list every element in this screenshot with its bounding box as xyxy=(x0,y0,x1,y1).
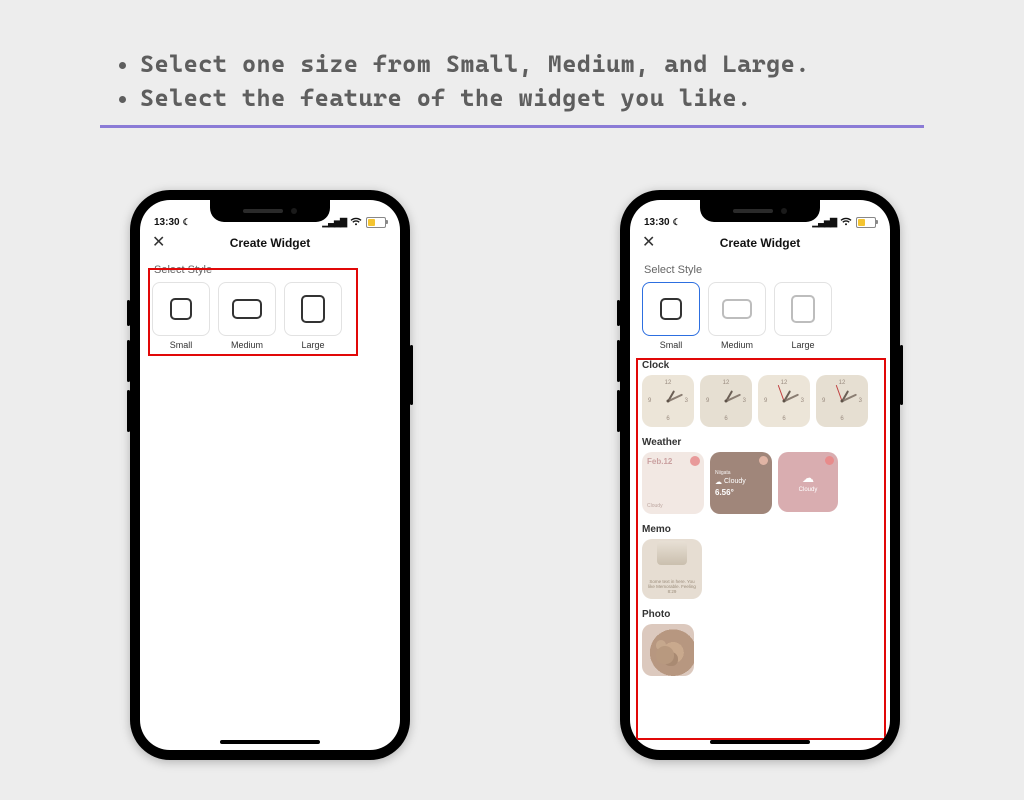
screen-left: 13:30 ☾ ▁▃▅▇ ✕ Create Widget Select Styl… xyxy=(140,200,400,750)
size-label: Small xyxy=(660,340,683,350)
weather-temp: 6.56° xyxy=(715,488,734,497)
instructions-block: Select one size from Small, Medium, and … xyxy=(100,48,924,128)
status-time: 13:30 xyxy=(154,217,180,228)
size-row: Small Medium Large xyxy=(152,282,388,350)
battery-icon xyxy=(366,217,386,228)
screen-right: 13:30 ☾ ▁▃▅▇ ✕ Create Widget Select Styl… xyxy=(630,200,890,750)
size-label: Medium xyxy=(231,340,263,350)
close-icon[interactable]: ✕ xyxy=(642,235,655,251)
sun-icon xyxy=(825,456,834,465)
weather-date: Feb.12 xyxy=(647,457,672,466)
signal-icon: ▁▃▅▇ xyxy=(812,217,836,228)
navbar: ✕ Create Widget xyxy=(630,228,890,258)
feature-title-memo: Memo xyxy=(642,524,878,535)
phone-right: 13:30 ☾ ▁▃▅▇ ✕ Create Widget Select Styl… xyxy=(620,190,900,760)
dnd-moon-icon: ☾ xyxy=(183,217,191,228)
size-option-large[interactable] xyxy=(284,282,342,336)
photo-widget-option[interactable] xyxy=(642,624,694,676)
weather-widget-option[interactable]: Niigata ☁ Cloudy 6.56° xyxy=(710,452,772,514)
feature-section-weather: Weather Feb.12 Cloudy Niigata ☁ Cloudy 6… xyxy=(642,437,878,514)
home-indicator xyxy=(220,740,320,744)
clock-widget-option[interactable]: 12369 xyxy=(700,375,752,427)
weather-widget-option[interactable]: Feb.12 Cloudy xyxy=(642,452,704,514)
wifi-icon xyxy=(840,217,852,228)
size-option-large[interactable] xyxy=(774,282,832,336)
clock-widget-option[interactable]: 12369 xyxy=(758,375,810,427)
side-button xyxy=(900,345,903,405)
close-icon[interactable]: ✕ xyxy=(152,235,165,251)
dnd-moon-icon: ☾ xyxy=(673,217,681,228)
sun-icon xyxy=(690,456,700,466)
phone-left: 13:30 ☾ ▁▃▅▇ ✕ Create Widget Select Styl… xyxy=(130,190,410,760)
section-label-style: Select Style xyxy=(154,264,388,276)
feature-section-photo: Photo xyxy=(642,609,878,676)
notch xyxy=(210,200,330,222)
page-title: Create Widget xyxy=(720,236,801,250)
memo-image-icon xyxy=(657,541,687,565)
feature-title-clock: Clock xyxy=(642,360,878,371)
navbar: ✕ Create Widget xyxy=(140,228,400,258)
section-label-style: Select Style xyxy=(644,264,878,276)
weather-widget-option[interactable]: ☁ Cloudy xyxy=(778,452,838,512)
page-title: Create Widget xyxy=(230,236,311,250)
battery-icon xyxy=(856,217,876,228)
sun-icon xyxy=(759,456,768,465)
instruction-line-1: Select one size from Small, Medium, and … xyxy=(140,48,924,82)
clock-widget-option[interactable]: 12369 xyxy=(816,375,868,427)
side-button xyxy=(127,390,130,432)
size-option-medium[interactable] xyxy=(708,282,766,336)
instruction-line-2: Select the feature of the widget you lik… xyxy=(140,82,924,116)
cloud-icon: ☁ Cloudy xyxy=(715,478,746,486)
size-row: Small Medium Large xyxy=(642,282,878,350)
weather-city: Niigata xyxy=(715,470,731,476)
cloud-icon: ☁ xyxy=(802,471,814,485)
feature-title-weather: Weather xyxy=(642,437,878,448)
notch xyxy=(700,200,820,222)
signal-icon: ▁▃▅▇ xyxy=(322,217,346,228)
side-button xyxy=(617,390,620,432)
feature-section-memo: Memo Some text in here. You like Memorab… xyxy=(642,524,878,599)
feature-title-photo: Photo xyxy=(642,609,878,620)
memo-widget-option[interactable]: Some text in here. You like Memorable. F… xyxy=(642,539,702,599)
size-label: Large xyxy=(791,340,814,350)
size-option-medium[interactable] xyxy=(218,282,276,336)
clock-widget-option[interactable]: 12369 xyxy=(642,375,694,427)
side-button xyxy=(410,345,413,405)
memo-text: Some text in here. You like Memorable. F… xyxy=(646,580,698,595)
weather-cond: Cloudy xyxy=(799,487,818,493)
side-button xyxy=(617,340,620,382)
feature-section-clock: Clock 12369 12369 12369 12369 xyxy=(642,360,878,427)
wifi-icon xyxy=(350,217,362,228)
side-button xyxy=(127,340,130,382)
divider xyxy=(100,125,924,128)
size-label: Small xyxy=(170,340,193,350)
weather-cond: Cloudy xyxy=(647,503,663,509)
size-label: Large xyxy=(301,340,324,350)
status-time: 13:30 xyxy=(644,217,670,228)
size-option-small[interactable] xyxy=(152,282,210,336)
size-option-small[interactable] xyxy=(642,282,700,336)
home-indicator xyxy=(710,740,810,744)
size-label: Medium xyxy=(721,340,753,350)
side-button xyxy=(617,300,620,326)
side-button xyxy=(127,300,130,326)
